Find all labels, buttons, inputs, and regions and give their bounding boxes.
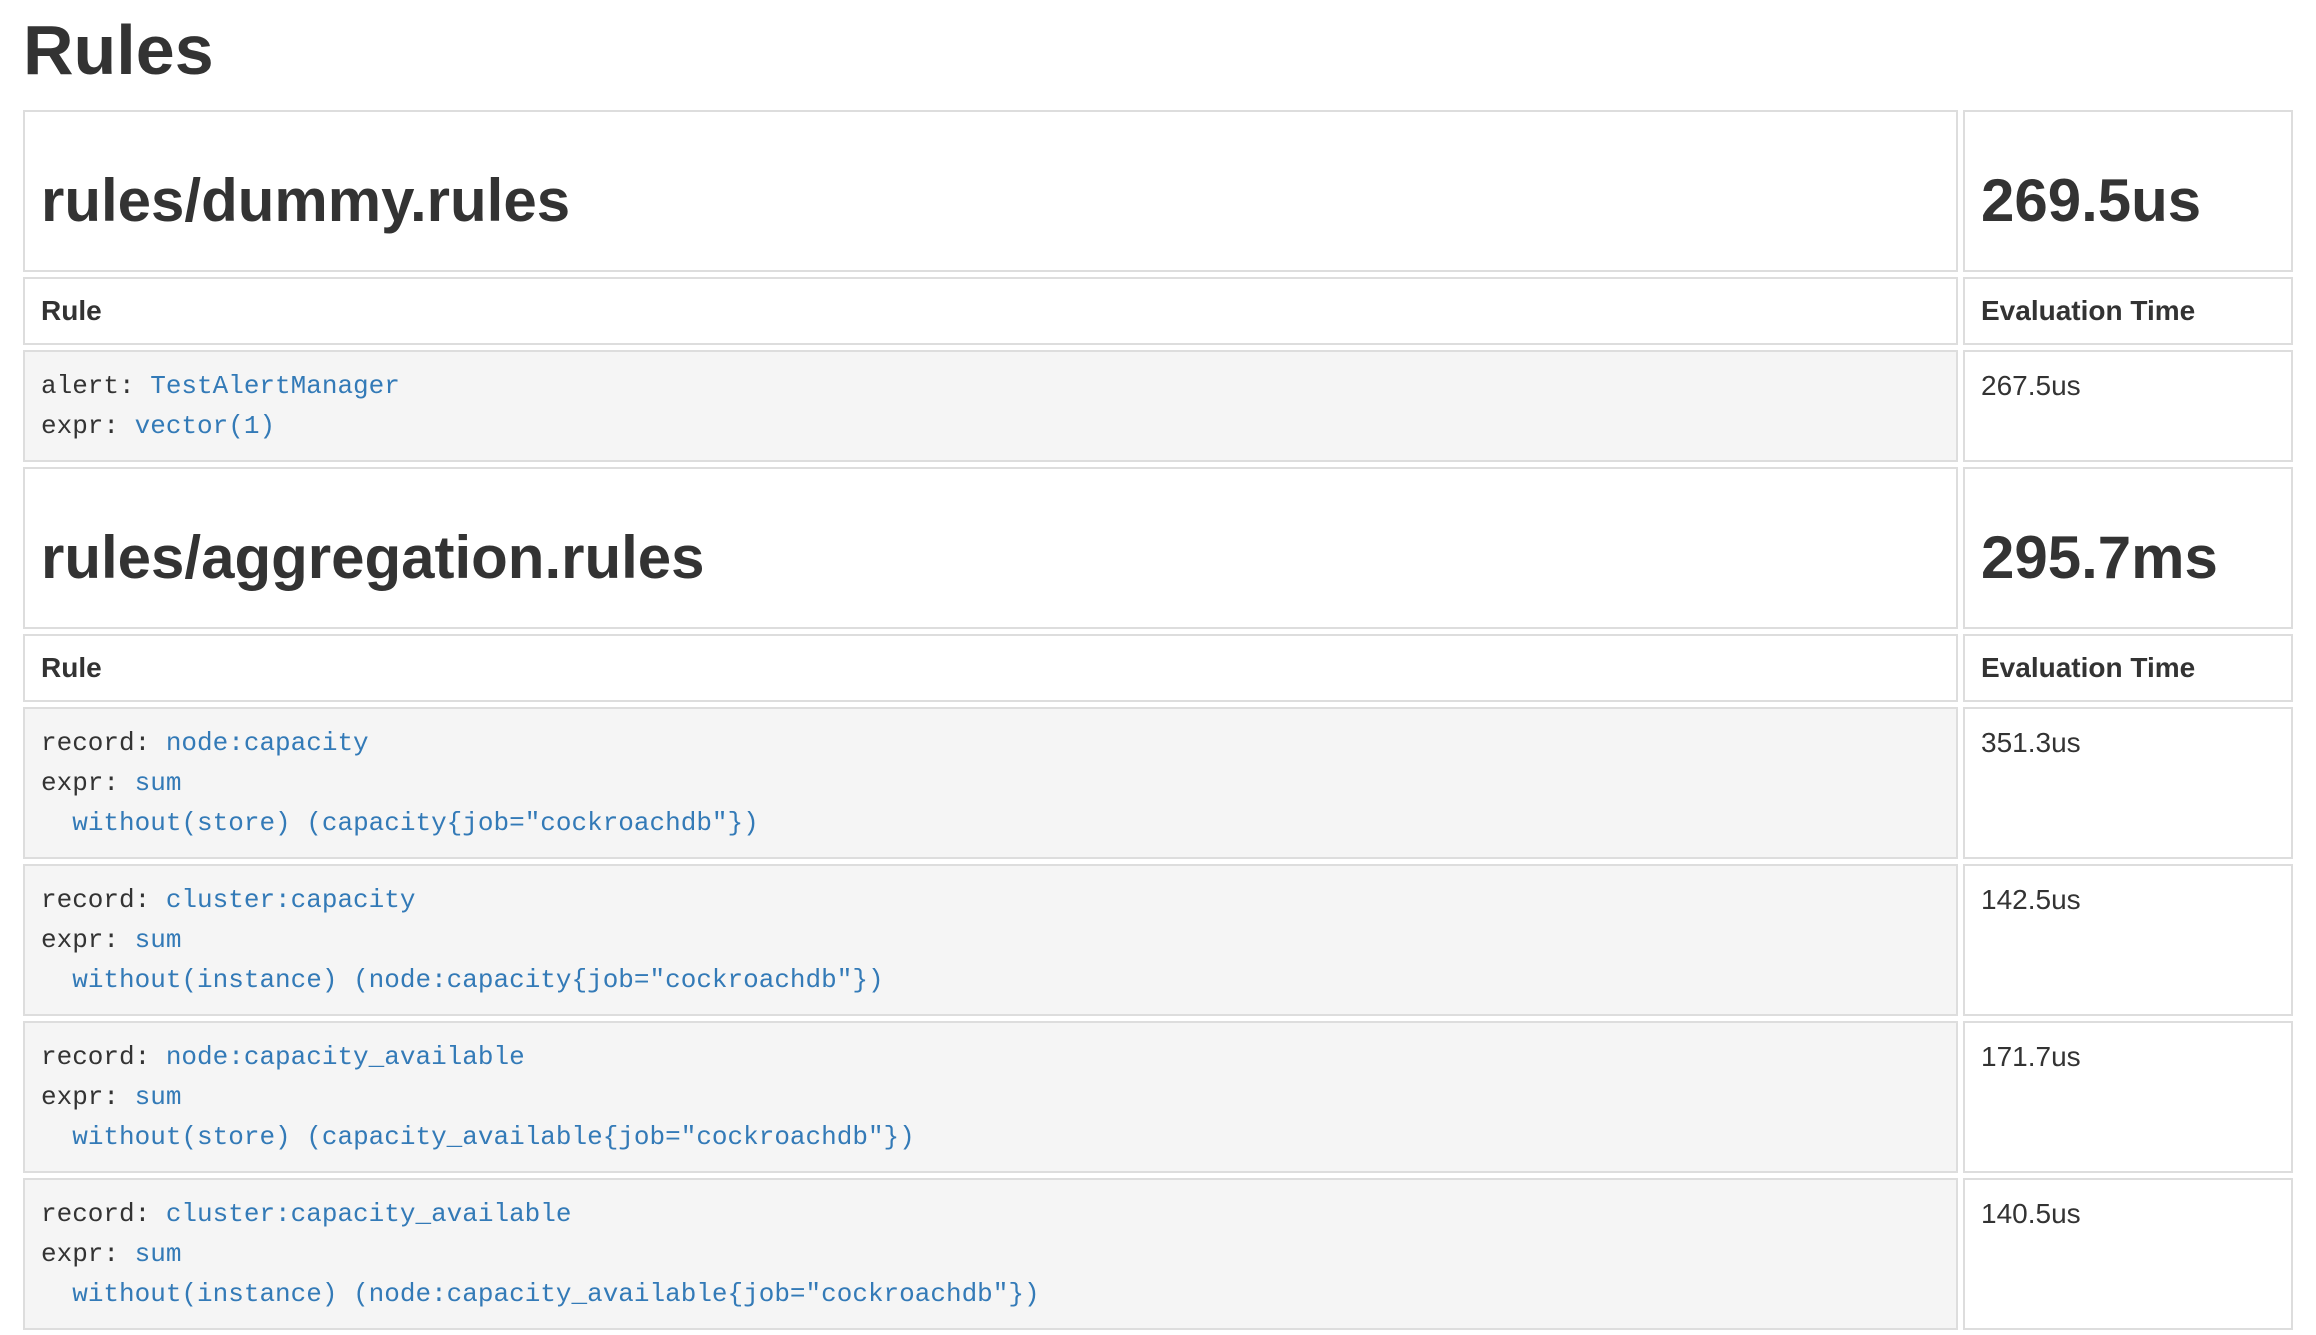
rule-link[interactable]: without(instance) (node:capacity_availab…	[72, 1279, 1039, 1309]
rule-link[interactable]: sum	[135, 1082, 182, 1112]
rule-code-line: expr: vector(1)	[41, 406, 1940, 446]
rule-keyword	[41, 1122, 72, 1152]
rule-eval-time-cell: 267.5us	[1963, 350, 2293, 462]
rule-eval-time-cell: 351.3us	[1963, 707, 2293, 859]
rule-link[interactable]: cluster:capacity	[166, 885, 416, 915]
rule-code-line: without(instance) (node:capacity{job="co…	[41, 960, 1940, 1000]
rule-keyword	[41, 965, 72, 995]
rule-code-line: without(instance) (node:capacity_availab…	[41, 1274, 1940, 1314]
group-file-cell: rules/dummy.rules	[23, 110, 1958, 272]
rule-code-line: record: cluster:capacity_available	[41, 1194, 1940, 1234]
rule-keyword	[41, 1279, 72, 1309]
group-eval-time: 269.5us	[1981, 168, 2275, 234]
rule-code-line: without(store) (capacity_available{job="…	[41, 1117, 1940, 1157]
rule-row: record: cluster:capacityexpr: sum withou…	[23, 864, 2293, 1016]
rule-code: record: node:capacityexpr: sum without(s…	[41, 723, 1940, 843]
evaluation-time-column-header: Evaluation Time	[1963, 277, 2293, 345]
group-file-name: rules/aggregation.rules	[41, 525, 1940, 591]
rule-code-line: expr: sum	[41, 1077, 1940, 1117]
evaluation-time-column-header: Evaluation Time	[1963, 634, 2293, 702]
rule-keyword: record:	[41, 1042, 166, 1072]
group-header-row: rules/aggregation.rules 295.7ms	[23, 467, 2293, 629]
rule-link[interactable]: without(instance) (node:capacity{job="co…	[72, 965, 883, 995]
rule-row: record: node:capacityexpr: sum without(s…	[23, 707, 2293, 859]
rule-code-line: expr: sum	[41, 1234, 1940, 1274]
rule-code: record: cluster:capacityexpr: sum withou…	[41, 880, 1940, 1000]
rule-link[interactable]: TestAlertManager	[150, 371, 400, 401]
group-eval-time-cell: 269.5us	[1963, 110, 2293, 272]
rule-cell: alert: TestAlertManagerexpr: vector(1)	[23, 350, 1958, 462]
rule-code-line: alert: TestAlertManager	[41, 366, 1940, 406]
rule-column-header: Rule	[23, 277, 1958, 345]
rule-keyword: record:	[41, 1199, 166, 1229]
rule-keyword: record:	[41, 728, 166, 758]
rule-keyword: expr:	[41, 768, 135, 798]
rule-eval-time-cell: 171.7us	[1963, 1021, 2293, 1173]
group-file-name: rules/dummy.rules	[41, 168, 1940, 234]
rule-link[interactable]: node:capacity_available	[166, 1042, 525, 1072]
rule-code-line: without(store) (capacity{job="cockroachd…	[41, 803, 1940, 843]
column-header-row: RuleEvaluation Time	[23, 634, 2293, 702]
rule-cell: record: cluster:capacity_availableexpr: …	[23, 1178, 1958, 1330]
rule-link[interactable]: without(store) (capacity_available{job="…	[72, 1122, 915, 1152]
rule-eval-time: 267.5us	[1981, 370, 2081, 401]
rule-link[interactable]: cluster:capacity_available	[166, 1199, 572, 1229]
rule-code-line: record: cluster:capacity	[41, 880, 1940, 920]
rule-row: alert: TestAlertManagerexpr: vector(1)26…	[23, 350, 2293, 462]
rule-code: alert: TestAlertManagerexpr: vector(1)	[41, 366, 1940, 446]
rule-link[interactable]: sum	[135, 925, 182, 955]
rules-table-body: rules/dummy.rules269.5usRuleEvaluation T…	[23, 110, 2293, 1330]
rule-code-line: record: node:capacity	[41, 723, 1940, 763]
rule-cell: record: node:capacityexpr: sum without(s…	[23, 707, 1958, 859]
rule-cell: record: cluster:capacityexpr: sum withou…	[23, 864, 1958, 1016]
group-header-row: rules/dummy.rules 269.5us	[23, 110, 2293, 272]
rule-code: record: cluster:capacity_availableexpr: …	[41, 1194, 1940, 1314]
rule-link[interactable]: sum	[135, 1239, 182, 1269]
rule-row: record: cluster:capacity_availableexpr: …	[23, 1178, 2293, 1330]
rule-column-header: Rule	[23, 634, 1958, 702]
rule-link[interactable]: vector(1)	[135, 411, 275, 441]
group-eval-time: 295.7ms	[1981, 525, 2275, 591]
rule-keyword: expr:	[41, 1239, 135, 1269]
rule-code: record: node:capacity_availableexpr: sum…	[41, 1037, 1940, 1157]
rule-eval-time: 351.3us	[1981, 727, 2081, 758]
rules-page: Rules rules/dummy.rules269.5usRuleEvalua…	[23, 12, 2293, 1335]
rule-link[interactable]: node:capacity	[166, 728, 369, 758]
rules-table: rules/dummy.rules269.5usRuleEvaluation T…	[18, 105, 2298, 1335]
rule-eval-time: 142.5us	[1981, 884, 2081, 915]
page-title: Rules	[23, 12, 2293, 89]
rule-keyword: expr:	[41, 925, 135, 955]
rule-link[interactable]: without(store) (capacity{job="cockroachd…	[72, 808, 759, 838]
rule-eval-time-cell: 142.5us	[1963, 864, 2293, 1016]
rule-keyword	[41, 808, 72, 838]
group-file-cell: rules/aggregation.rules	[23, 467, 1958, 629]
rule-row: record: node:capacity_availableexpr: sum…	[23, 1021, 2293, 1173]
rule-code-line: record: node:capacity_available	[41, 1037, 1940, 1077]
rule-keyword: alert:	[41, 371, 150, 401]
rule-code-line: expr: sum	[41, 763, 1940, 803]
rule-keyword: expr:	[41, 1082, 135, 1112]
rule-eval-time: 140.5us	[1981, 1198, 2081, 1229]
rule-code-line: expr: sum	[41, 920, 1940, 960]
rule-keyword: expr:	[41, 411, 135, 441]
rule-cell: record: node:capacity_availableexpr: sum…	[23, 1021, 1958, 1173]
rule-eval-time-cell: 140.5us	[1963, 1178, 2293, 1330]
rule-link[interactable]: sum	[135, 768, 182, 798]
rule-eval-time: 171.7us	[1981, 1041, 2081, 1072]
column-header-row: RuleEvaluation Time	[23, 277, 2293, 345]
group-eval-time-cell: 295.7ms	[1963, 467, 2293, 629]
rule-keyword: record:	[41, 885, 166, 915]
